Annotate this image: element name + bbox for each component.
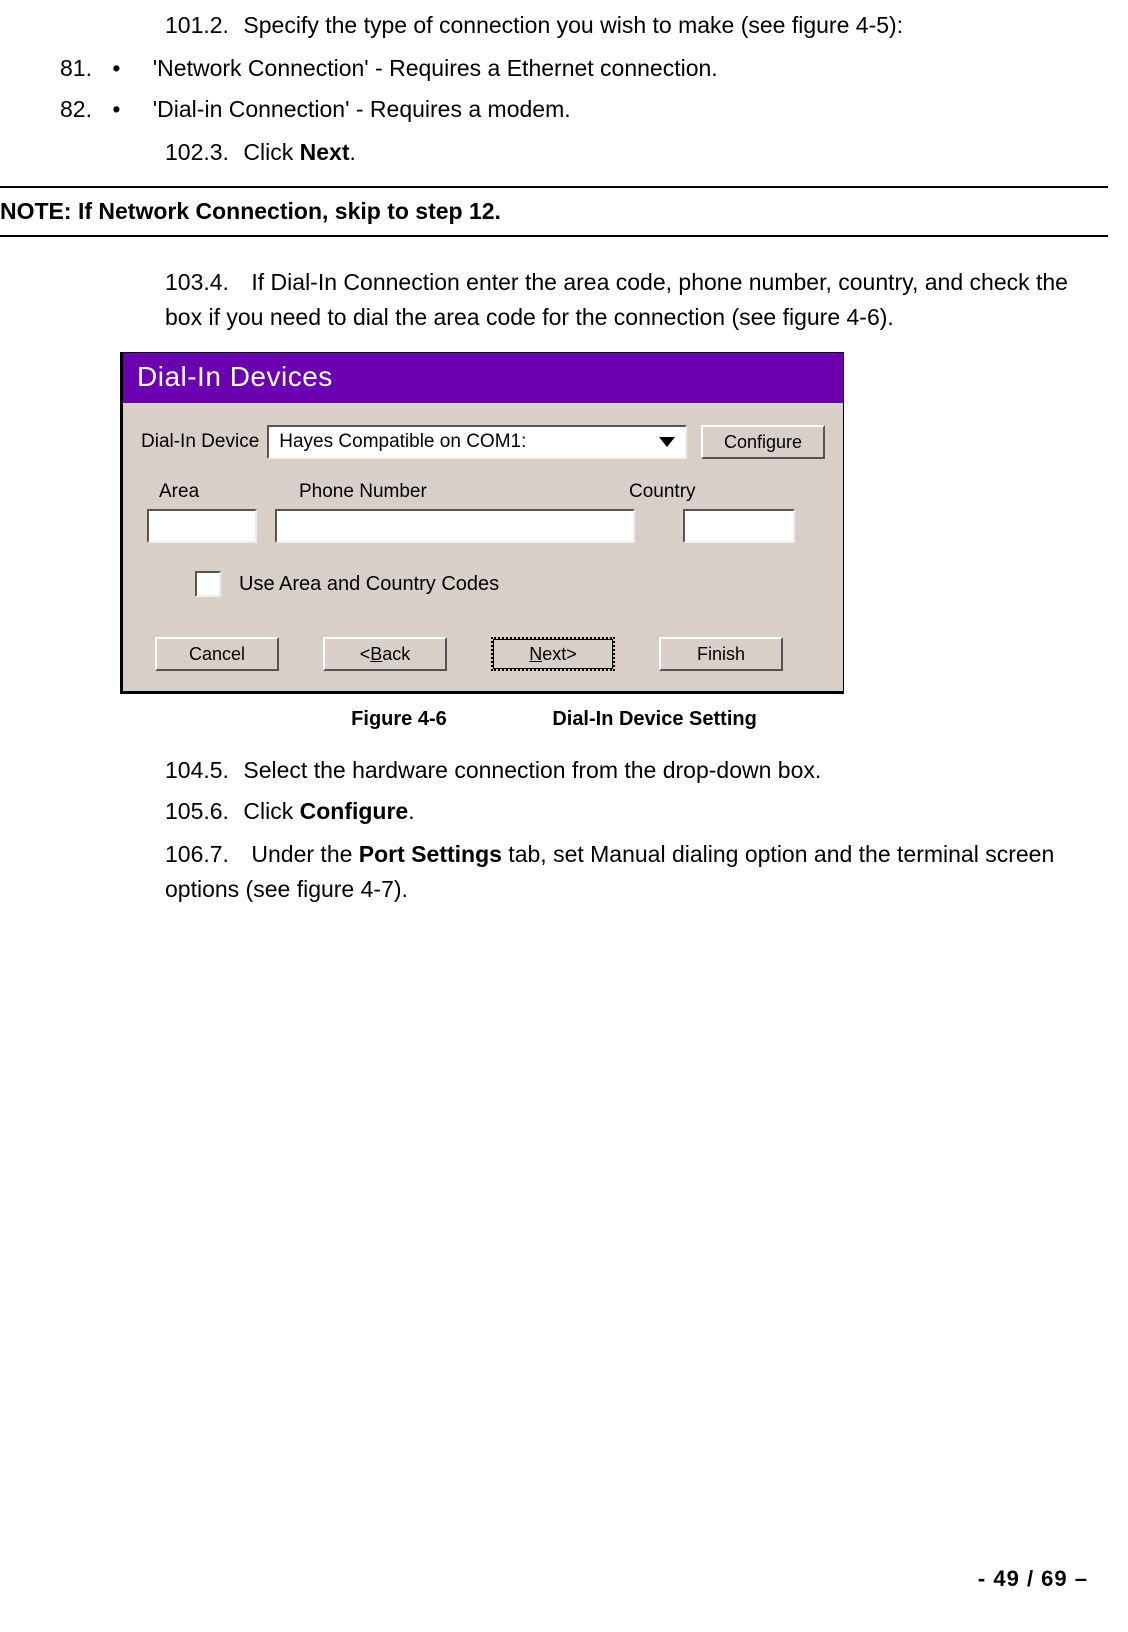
dialog-body: Dial-In Device Hayes Compatible on COM1:…: [123, 403, 843, 691]
device-select[interactable]: Hayes Compatible on COM1:: [267, 425, 687, 459]
use-codes-label: Use Area and Country Codes: [239, 573, 499, 596]
device-row: Dial-In Device Hayes Compatible on COM1:…: [141, 425, 825, 459]
step-text: Specify the type of connection you wish …: [243, 12, 903, 38]
step-103-4: 103.4. If Dial-In Connection enter the a…: [165, 265, 1105, 334]
next-button[interactable]: Next>: [491, 637, 615, 671]
step-106-7: 106.7. Under the Port Settings tab, set …: [165, 837, 1105, 906]
figure-caption: Figure 4-6 Dial-In Device Setting: [0, 708, 1108, 731]
figure-id: Figure 4-6: [351, 708, 447, 731]
step-text: If Dial-In Connection enter the area cod…: [165, 269, 1068, 330]
figure-title: Dial-In Device Setting: [552, 708, 757, 730]
back-button[interactable]: <Back: [323, 637, 447, 671]
step-105-6: 105.6. Click Configure.: [165, 796, 1108, 827]
step-num: 101.2.: [165, 10, 237, 41]
bullet-82: 82. • 'Dial-in Connection' - Requires a …: [60, 96, 1108, 123]
step-text-post: .: [408, 798, 414, 824]
use-codes-checkbox[interactable]: [195, 571, 221, 597]
finish-button[interactable]: Finish: [659, 637, 783, 671]
field-labels: Area Phone Number Country: [159, 481, 825, 503]
back-underline: B: [370, 644, 382, 665]
next-underline: N: [529, 644, 542, 665]
back-prefix: <: [360, 644, 371, 665]
chevron-down-icon: [659, 437, 675, 447]
cancel-button[interactable]: Cancel: [155, 637, 279, 671]
dialog-titlebar: Dial-In Devices: [123, 353, 843, 403]
field-inputs: [147, 509, 825, 543]
step-text: Select the hardware connection from the …: [243, 757, 821, 783]
dial-in-dialog: Dial-In Devices Dial-In Device Hayes Com…: [120, 352, 844, 694]
step-102-3: 102.3. Click Next.: [165, 137, 1108, 168]
bullet-dot: •: [112, 55, 146, 82]
bullet-dot: •: [112, 96, 146, 123]
step-num: 102.3.: [165, 137, 237, 168]
area-input[interactable]: [147, 509, 257, 543]
device-label: Dial-In Device: [141, 431, 259, 453]
note-text: NOTE: If Network Connection, skip to ste…: [0, 198, 1108, 225]
step-text-pre: Click: [243, 798, 299, 824]
step-text-pre: Under the: [251, 841, 358, 867]
device-select-value: Hayes Compatible on COM1:: [279, 431, 649, 453]
dialog-buttons: Cancel <Back Next> Finish: [155, 637, 825, 671]
use-codes-row: Use Area and Country Codes: [195, 571, 825, 597]
step-num: 106.7.: [165, 837, 245, 872]
page-footer: - 49 / 69 –: [978, 1566, 1088, 1592]
bullet-text: 'Dial-in Connection' - Requires a modem.: [153, 96, 571, 122]
bullet-num: 82.: [60, 96, 106, 123]
configure-button[interactable]: Configure: [701, 425, 825, 459]
step-text-bold: Configure: [300, 798, 409, 824]
step-text-bold: Port Settings: [359, 841, 502, 867]
area-label: Area: [159, 481, 299, 503]
phone-label: Phone Number: [299, 481, 629, 503]
next-rest: ext>: [542, 644, 577, 665]
country-label: Country: [629, 481, 696, 503]
step-num: 105.6.: [165, 796, 237, 827]
step-text-post: .: [349, 139, 355, 165]
step-104-5: 104.5. Select the hardware connection fr…: [165, 755, 1108, 786]
bullet-text: 'Network Connection' - Requires a Ethern…: [153, 55, 718, 81]
step-num: 104.5.: [165, 755, 237, 786]
note-box: NOTE: If Network Connection, skip to ste…: [0, 186, 1108, 237]
phone-input[interactable]: [275, 509, 635, 543]
step-101-2: 101.2. Specify the type of connection yo…: [165, 10, 1108, 41]
country-input[interactable]: [683, 509, 795, 543]
back-rest: ack: [382, 644, 410, 665]
bullet-num: 81.: [60, 55, 106, 82]
step-text-pre: Click: [243, 139, 299, 165]
step-num: 103.4.: [165, 265, 245, 300]
bullet-81: 81. • 'Network Connection' - Requires a …: [60, 55, 1108, 82]
step-text-bold: Next: [300, 139, 350, 165]
